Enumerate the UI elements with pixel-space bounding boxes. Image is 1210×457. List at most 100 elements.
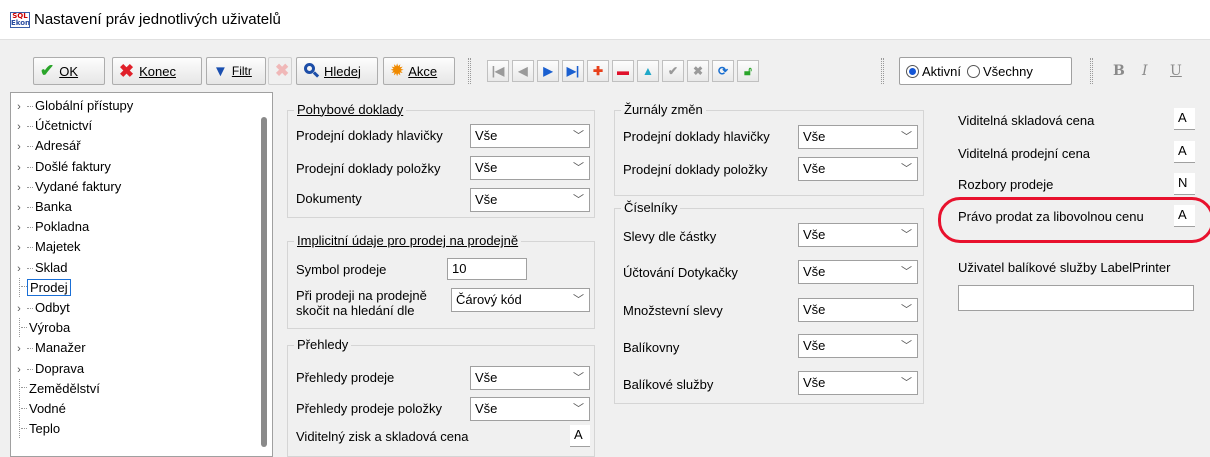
tree-item[interactable]: Prodej — [11, 277, 71, 297]
chevron-right-icon[interactable]: › — [11, 300, 27, 319]
refresh-button[interactable]: ⟳ — [712, 60, 734, 82]
chevron-right-icon[interactable]: › — [11, 239, 27, 258]
pohybove-polozky-select[interactable]: Vše ﹀ — [470, 156, 590, 180]
chevron-down-icon: ﹀ — [573, 372, 584, 384]
select-value: Čárový kód — [456, 292, 522, 307]
rights-tree[interactable]: › Globální přístupy › Účetnictví › Adresář › Do… — [10, 92, 273, 457]
radio-aktivni[interactable] — [906, 64, 919, 78]
group-zurnaly: Žurnály změn — [614, 102, 924, 196]
tree-item[interactable]: Vodné — [11, 399, 68, 418]
first-record-button[interactable]: |◀ — [487, 60, 509, 82]
close-icon: ✖ — [119, 60, 135, 81]
edit-record-button[interactable]: ▲ — [637, 60, 659, 82]
confirm-button[interactable]: ✔ — [662, 60, 684, 82]
tree-item[interactable]: › Majetek — [11, 237, 83, 256]
unlock-button[interactable]: 🔓︎ — [737, 60, 759, 82]
group-title: Žurnály změn — [621, 102, 706, 117]
tree-item[interactable]: Výroba — [11, 318, 72, 338]
toolbar-separator — [881, 58, 884, 84]
tree-item[interactable]: › Sklad — [11, 258, 70, 277]
tree-item[interactable]: › Účetnictví — [11, 116, 94, 135]
skocit-select[interactable]: Čárový kód ﹀ — [451, 288, 590, 312]
chevron-right-icon[interactable]: › — [11, 118, 27, 137]
zurnaly-hlavicky-select[interactable]: Vše ﹀ — [798, 125, 918, 149]
last-record-button[interactable]: ▶| — [562, 60, 584, 82]
add-record-button[interactable]: ✚ — [587, 60, 609, 82]
tree-item-label: Manažer — [35, 340, 86, 356]
mnozstevni-select[interactable]: Vše ﹀ — [798, 298, 918, 322]
tree-item[interactable]: › Doprava — [11, 359, 86, 378]
tree-item[interactable]: › Banka — [11, 197, 74, 216]
underline-button[interactable]: U — [1170, 63, 1182, 79]
hledej-button[interactable]: Hledej — [296, 57, 378, 85]
chevron-down-icon: ﹀ — [901, 163, 912, 175]
radio-aktivni-label: Aktivní — [922, 63, 962, 79]
tree-item[interactable]: Teplo — [11, 419, 62, 439]
slevy-castky-select[interactable]: Vše ﹀ — [798, 223, 918, 247]
toolbar-separator — [1090, 58, 1093, 84]
tree-item[interactable]: Zemědělství — [11, 378, 102, 398]
select-value: Vše — [803, 129, 826, 144]
chevron-right-icon[interactable]: › — [11, 199, 27, 218]
skladova-cena-input[interactable]: A — [1174, 108, 1195, 130]
chevron-right-icon[interactable]: › — [11, 159, 27, 178]
previous-record-button[interactable]: ◀ — [512, 60, 534, 82]
tree-item[interactable]: › Došlé faktury — [11, 157, 113, 176]
konec-button[interactable]: ✖ Konec — [112, 57, 202, 85]
previous-record-icon: ◀ — [518, 64, 528, 78]
tree-item[interactable]: › Adresář — [11, 136, 83, 155]
triangle-up-icon: ▲ — [642, 64, 654, 78]
chevron-down-icon: ﹀ — [901, 266, 912, 278]
balikove-select[interactable]: Vše ﹀ — [798, 371, 918, 395]
pohybove-hlavicky-label: Prodejní doklady hlavičky — [296, 128, 443, 143]
zurnaly-polozky-select[interactable]: Vše ﹀ — [798, 157, 918, 181]
chevron-down-icon: ﹀ — [901, 377, 912, 389]
chevron-down-icon: ﹀ — [901, 131, 912, 143]
prehledy-polozky-select[interactable]: Vše ﹀ — [470, 397, 590, 421]
symbol-prodeje-input[interactable]: 10 — [447, 258, 527, 280]
prodejni-cena-input[interactable]: A — [1174, 141, 1195, 163]
ok-button[interactable]: ✔ OK — [33, 57, 105, 85]
tree-item[interactable]: › Odbyt — [11, 298, 72, 317]
select-value: Vše — [803, 227, 826, 242]
clear-filter-button[interactable]: ✖ — [268, 57, 292, 85]
select-value: Vše — [475, 401, 498, 416]
pohybove-hlavicky-select[interactable]: Vše ﹀ — [470, 124, 590, 148]
select-value: Vše — [475, 160, 498, 175]
labelprinter-input[interactable] — [958, 285, 1194, 311]
zisk-input[interactable]: A — [570, 425, 590, 447]
chevron-right-icon[interactable]: › — [11, 260, 27, 279]
tree-item[interactable]: › Vydané faktury — [11, 177, 123, 196]
next-record-button[interactable]: ▶ — [537, 60, 559, 82]
tree-item[interactable]: › Pokladna — [11, 217, 91, 236]
cancel-button[interactable]: ✖ — [687, 60, 709, 82]
filtr-button[interactable]: ▼ Filtr — [206, 57, 266, 85]
tree-item-label: Výroba — [29, 320, 71, 336]
tree-item-label: Prodej — [27, 278, 71, 296]
italic-button[interactable]: I — [1142, 63, 1148, 79]
radio-vsechny[interactable] — [967, 64, 981, 78]
delete-record-button[interactable]: ▬ — [612, 60, 634, 82]
chevron-down-icon: ﹀ — [573, 194, 584, 206]
rozbory-input[interactable]: N — [1174, 173, 1195, 195]
group-title: Implicitní údaje pro prodej na prodejně — [294, 233, 522, 248]
tree-item[interactable]: › Globální přístupy — [11, 96, 135, 115]
chevron-right-icon[interactable]: › — [11, 361, 27, 380]
uctovani-select[interactable]: Vše ﹀ — [798, 260, 918, 284]
chevron-right-icon[interactable]: › — [11, 138, 27, 157]
akce-button[interactable]: ✹ Akce — [383, 57, 455, 85]
chevron-down-icon: ﹀ — [573, 130, 584, 142]
chevron-right-icon[interactable]: › — [11, 219, 27, 238]
chevron-right-icon[interactable]: › — [11, 98, 27, 117]
uctovani-label: Účtování Dotykačky — [623, 265, 738, 280]
labelprinter-label: Uživatel balíkové služby LabelPrinter — [958, 260, 1171, 275]
balikovny-select[interactable]: Vše ﹀ — [798, 334, 918, 358]
pohybove-dokumenty-select[interactable]: Vše ﹀ — [470, 188, 590, 212]
chevron-right-icon[interactable]: › — [11, 179, 27, 198]
tree-item[interactable]: › Manažer — [11, 338, 88, 357]
bold-button[interactable]: B — [1113, 63, 1125, 79]
tree-scrollbar-thumb[interactable] — [261, 117, 267, 447]
chevron-right-icon[interactable]: › — [11, 340, 27, 359]
prehledy-prodeje-select[interactable]: Vše ﹀ — [470, 366, 590, 390]
tree-item-label: Vodné — [29, 401, 66, 416]
